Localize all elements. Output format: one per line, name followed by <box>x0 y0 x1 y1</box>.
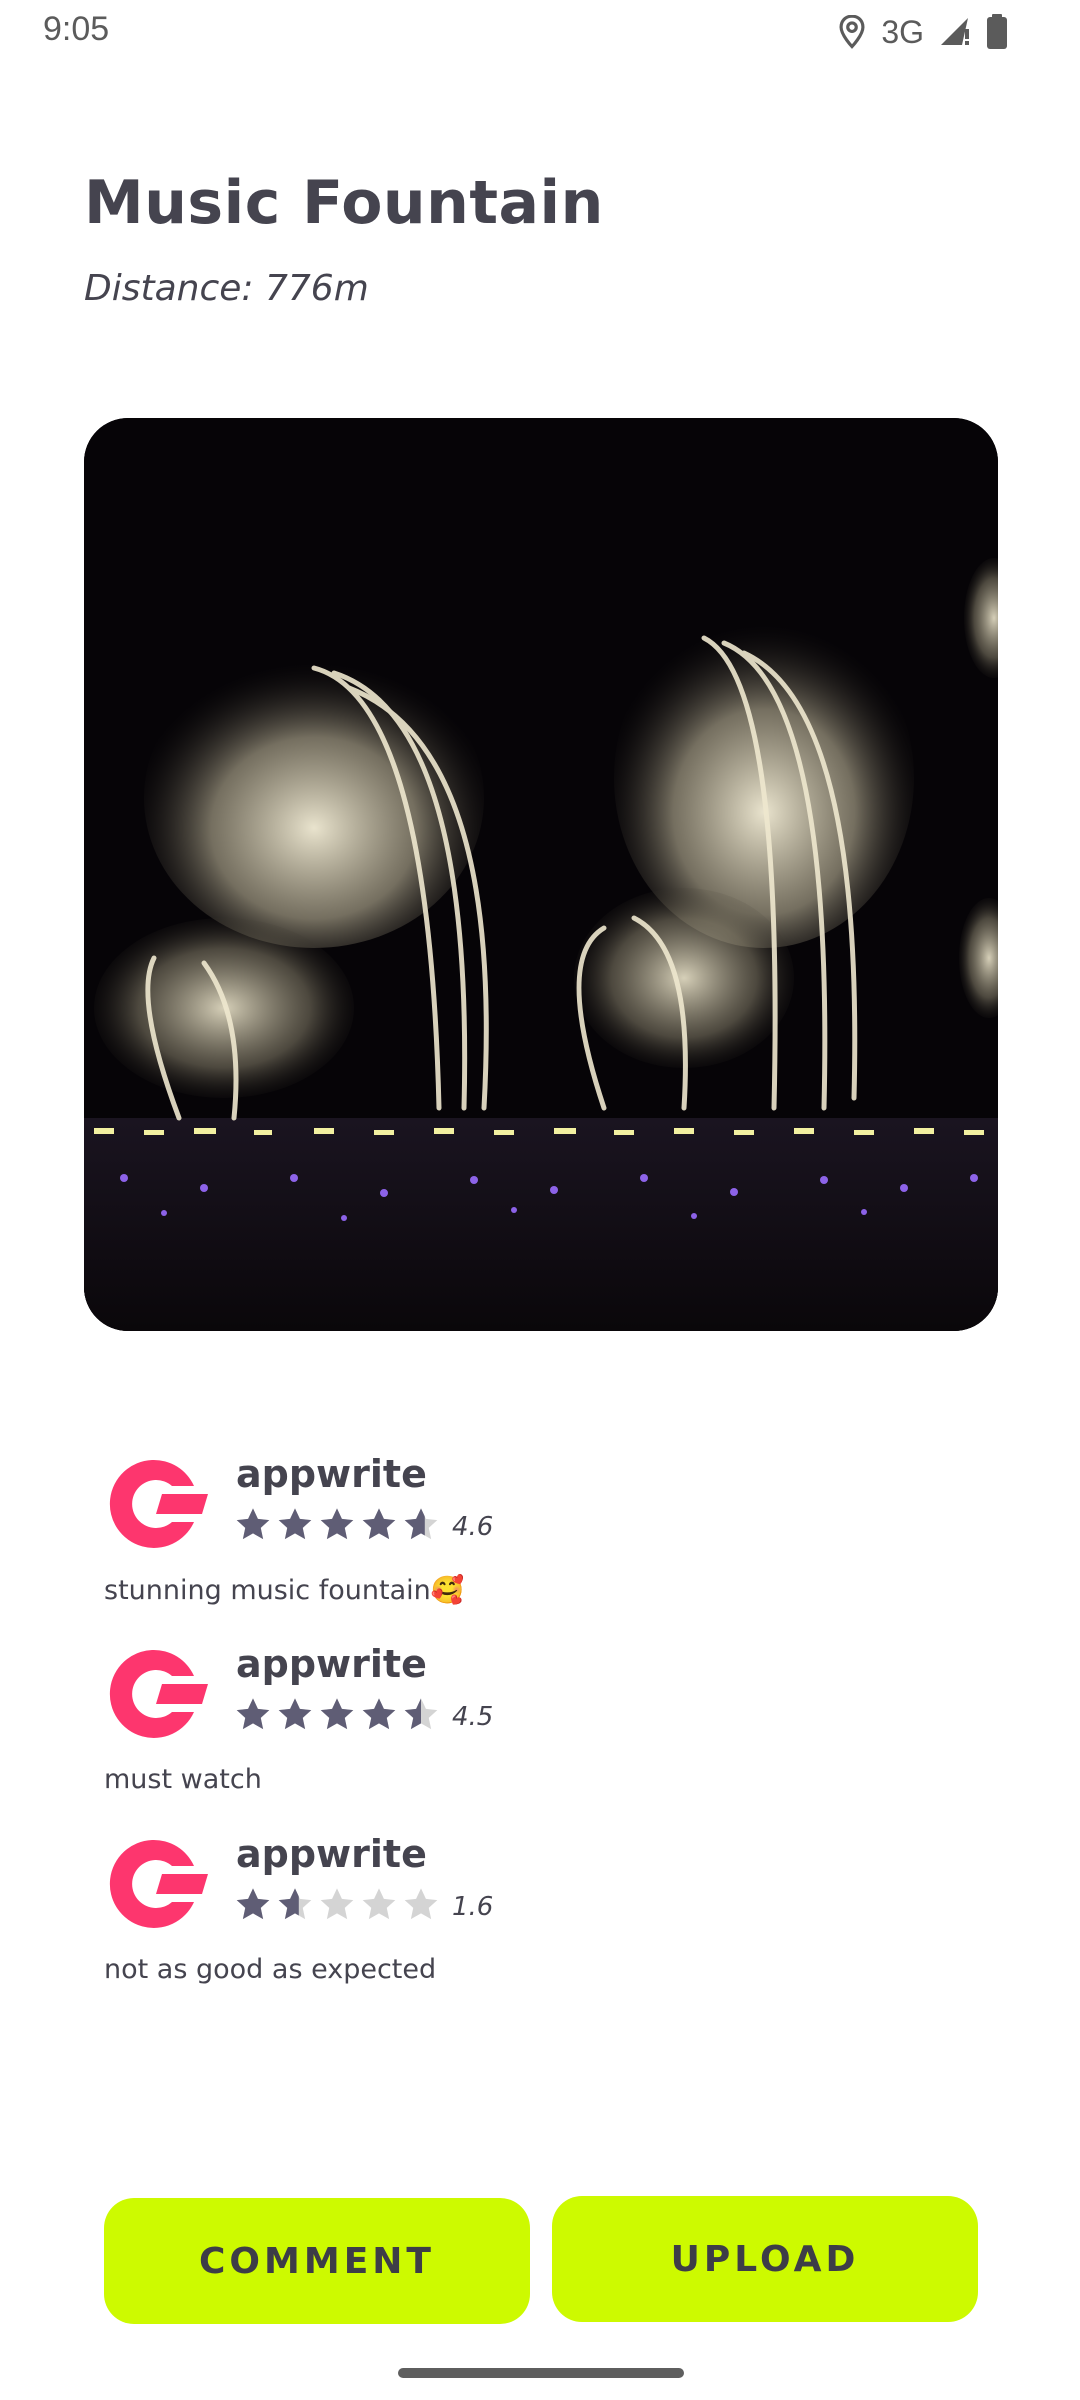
place-photo <box>84 418 998 1331</box>
star-icon <box>404 1508 438 1540</box>
battery-icon <box>987 14 1007 49</box>
appwrite-logo-icon <box>109 1649 208 1738</box>
star-icon <box>404 1888 438 1920</box>
star-icon <box>278 1508 312 1540</box>
star-icon <box>236 1508 270 1540</box>
appwrite-logo-icon <box>109 1839 208 1928</box>
star-icon <box>320 1888 354 1920</box>
review-item: appwrite 4.5 must watch <box>104 1642 984 1832</box>
comment-button[interactable]: COMMENT <box>104 2198 530 2324</box>
star-icon <box>236 1888 270 1920</box>
status-time: 9:05 <box>43 10 110 48</box>
status-icons: 3G <box>837 12 1008 52</box>
star-icon <box>362 1888 396 1920</box>
reviewer-name: appwrite <box>236 1832 427 1876</box>
review-item: appwrite 4.6 stunning music fountain🥰 <box>104 1452 984 1642</box>
review-list: appwrite 4.6 stunning music fountain🥰 ap… <box>104 1452 984 2022</box>
upload-button[interactable]: UPLOAD <box>552 2196 978 2322</box>
status-bar: 9:05 3G <box>0 0 1080 62</box>
review-comment: stunning music fountain🥰 <box>104 1575 465 1606</box>
reviewer-name: appwrite <box>236 1452 427 1496</box>
review-comment: must watch <box>104 1764 262 1795</box>
appwrite-logo-icon <box>109 1459 208 1548</box>
star-icon <box>362 1698 396 1730</box>
rating-value: 4.5 <box>452 1702 494 1732</box>
star-icon <box>320 1698 354 1730</box>
review-comment: not as good as expected <box>104 1954 437 1985</box>
rating-value: 4.6 <box>452 1512 494 1542</box>
star-rating <box>234 1886 440 1924</box>
network-type: 3G <box>881 13 924 50</box>
star-icon <box>236 1698 270 1730</box>
page-title: Music Fountain <box>84 168 604 238</box>
distance-label: Distance: 776m <box>84 268 369 309</box>
star-icon <box>404 1698 438 1730</box>
star-rating <box>234 1506 440 1544</box>
rating-value: 1.6 <box>452 1892 494 1922</box>
star-icon <box>278 1888 312 1920</box>
star-icon <box>320 1508 354 1540</box>
fountain-image <box>84 418 998 1331</box>
location-icon <box>839 15 865 49</box>
home-indicator[interactable] <box>398 2368 684 2378</box>
star-rating <box>234 1696 440 1734</box>
star-icon <box>278 1698 312 1730</box>
star-icon <box>362 1508 396 1540</box>
reviewer-name: appwrite <box>236 1642 427 1686</box>
signal-icon <box>941 18 969 45</box>
review-item: appwrite 1.6 not as good as expected <box>104 1832 984 2022</box>
